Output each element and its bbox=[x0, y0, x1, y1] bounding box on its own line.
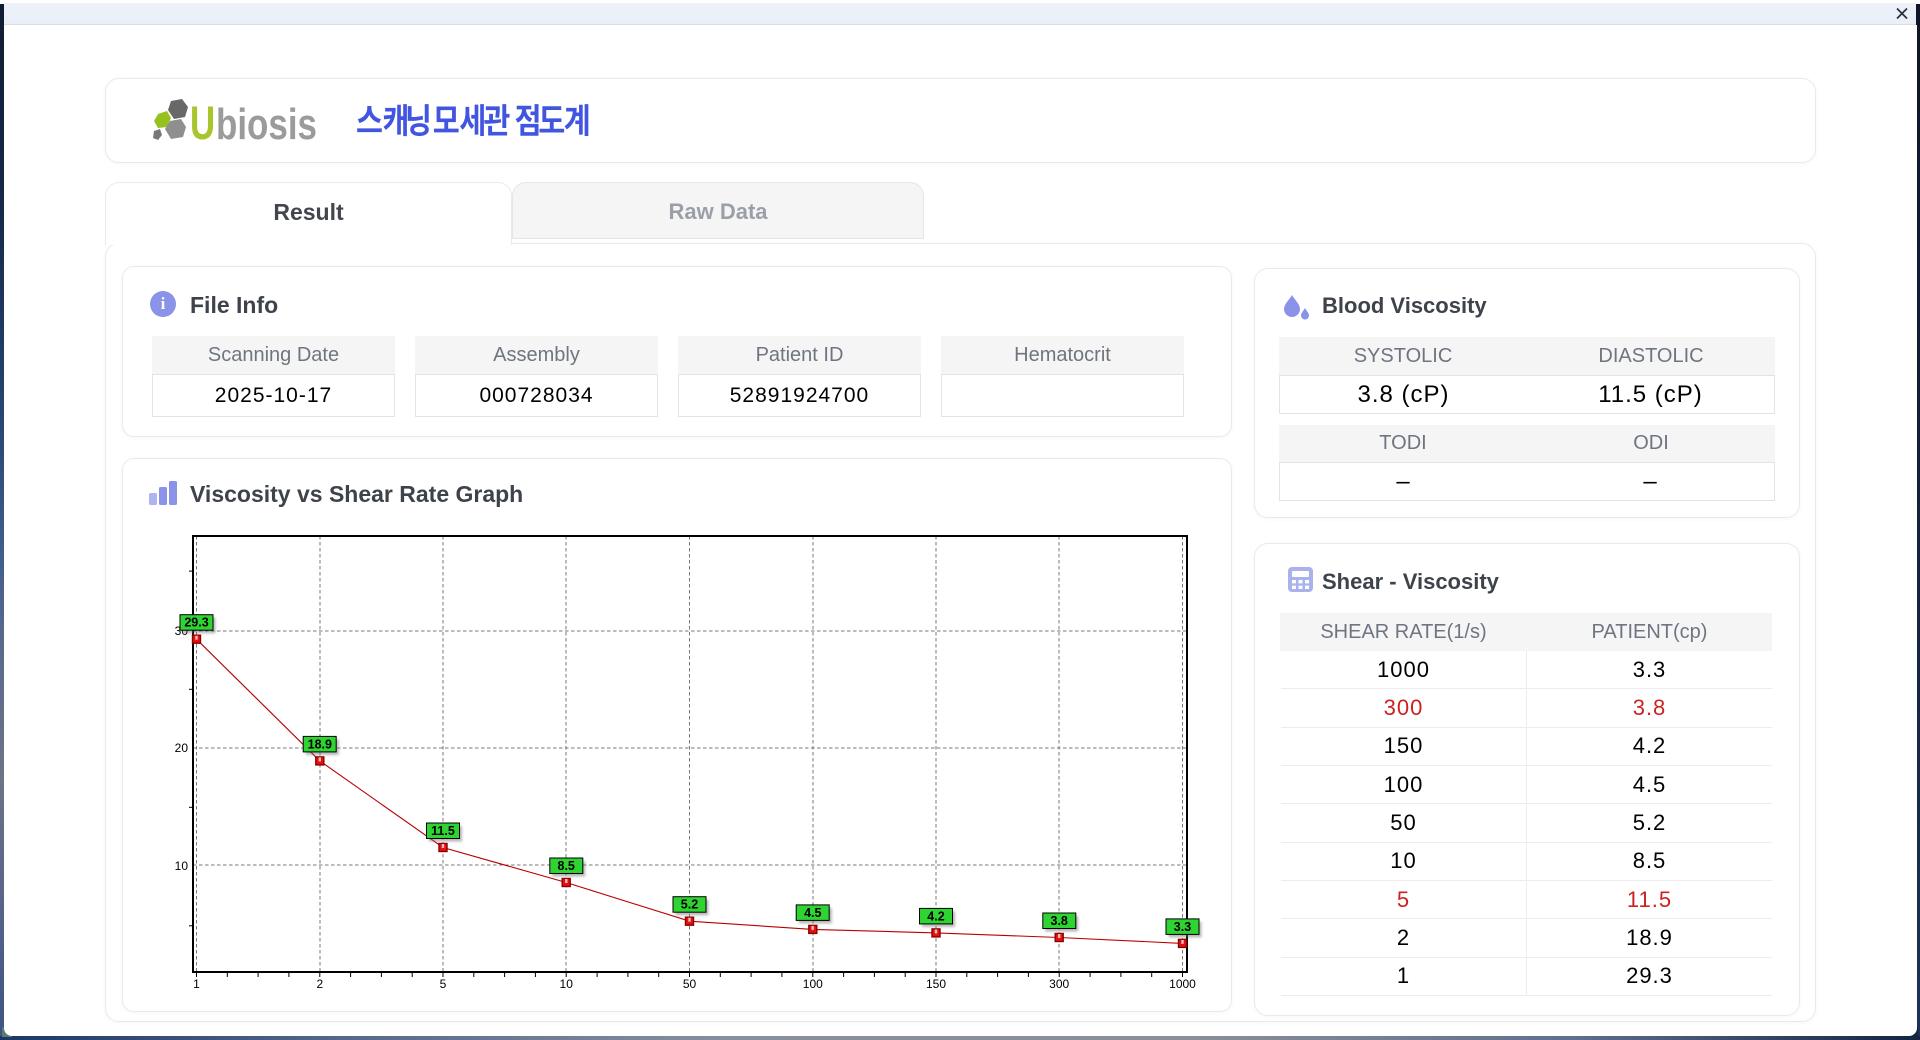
svg-text:1: 1 bbox=[193, 977, 200, 991]
svg-text:3.8: 3.8 bbox=[1051, 914, 1068, 928]
svg-text:1000: 1000 bbox=[1169, 977, 1196, 991]
svg-text:11.5: 11.5 bbox=[431, 824, 455, 838]
svg-text:150: 150 bbox=[926, 977, 946, 991]
svg-text:5.2: 5.2 bbox=[681, 898, 698, 912]
svg-text:8.5: 8.5 bbox=[558, 859, 575, 873]
svg-text:18.9: 18.9 bbox=[308, 737, 332, 751]
svg-text:4.2: 4.2 bbox=[927, 909, 944, 923]
svg-text:4.5: 4.5 bbox=[804, 906, 821, 920]
svg-text:10: 10 bbox=[560, 977, 574, 991]
svg-text:20: 20 bbox=[175, 741, 189, 755]
svg-text:29.3: 29.3 bbox=[184, 616, 208, 630]
svg-text:50: 50 bbox=[683, 977, 697, 991]
svg-text:2: 2 bbox=[316, 977, 323, 991]
svg-text:5: 5 bbox=[440, 977, 447, 991]
svg-text:10: 10 bbox=[175, 859, 189, 873]
svg-text:300: 300 bbox=[1049, 977, 1069, 991]
svg-text:100: 100 bbox=[803, 977, 823, 991]
svg-text:3.3: 3.3 bbox=[1174, 920, 1191, 934]
